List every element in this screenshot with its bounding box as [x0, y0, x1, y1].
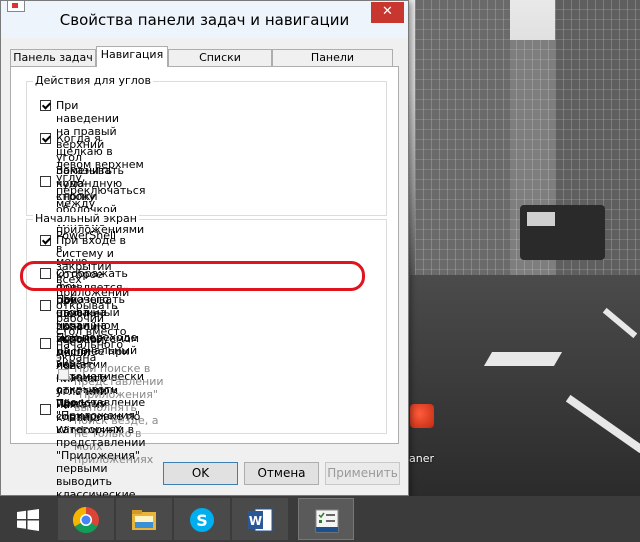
taskbar-item-skype[interactable]: S: [174, 498, 230, 540]
checkbox-box[interactable]: [40, 300, 51, 311]
skype-icon: S: [190, 508, 214, 532]
start-screen-group-title: Начальный экран: [33, 212, 139, 225]
taskbar-item-word[interactable]: W: [232, 498, 288, 540]
checkbox-box[interactable]: [40, 404, 51, 415]
corner-navigation-group-title: Действия для углов: [33, 74, 153, 87]
tab-toolbars[interactable]: Панели инструментов: [272, 49, 393, 80]
start-icon: [17, 509, 39, 531]
checkbox-box[interactable]: [40, 133, 51, 144]
taskbar-item-chrome[interactable]: [58, 498, 114, 540]
cancel-button[interactable]: Отмена: [244, 462, 319, 485]
title-bar[interactable]: Свойства панели задач и навигации ✕: [1, 1, 408, 38]
desktop-app-icon[interactable]: [410, 404, 434, 428]
svg-text:W: W: [249, 514, 262, 528]
corner-navigation-group: Действия для углов При наведении на прав…: [26, 74, 387, 437]
taskbar: S W: [0, 496, 640, 542]
close-button[interactable]: ✕: [371, 2, 404, 23]
ok-button[interactable]: OK: [163, 462, 238, 485]
tab-taskbar[interactable]: Панель задач: [10, 49, 96, 66]
navigation-tab-panel: Действия для углов При наведении на прав…: [10, 66, 399, 514]
highlight-annotation: [20, 261, 365, 291]
dialog-title: Свойства панели задач и навигации: [59, 11, 350, 29]
desktop-icon-label[interactable]: aner: [409, 452, 434, 465]
taskbar-item-explorer[interactable]: [116, 498, 172, 540]
file-explorer-icon: [132, 510, 156, 530]
taskbar-item-properties[interactable]: [298, 498, 354, 540]
taskbar-navigation-properties-dialog: Свойства панели задач и навигации ✕ Пане…: [0, 0, 409, 514]
checkbox-box[interactable]: [40, 235, 51, 246]
start-button[interactable]: [0, 498, 56, 540]
checkbox-box[interactable]: [40, 176, 51, 187]
checkbox-box[interactable]: [40, 100, 51, 111]
apply-button: Применить: [325, 462, 400, 485]
start-screen-group: Начальный экран При входе в систему и за…: [26, 212, 387, 514]
chrome-icon: [72, 506, 99, 534]
taskbar-properties-icon: [315, 509, 339, 533]
tab-navigation[interactable]: Навигация: [96, 46, 168, 67]
tab-jump-lists[interactable]: Списки переходов: [168, 49, 272, 80]
checkbox-box[interactable]: [40, 338, 51, 349]
svg-text:S: S: [196, 511, 208, 530]
word-icon: W: [248, 508, 273, 532]
checkbox-box: [58, 369, 69, 380]
